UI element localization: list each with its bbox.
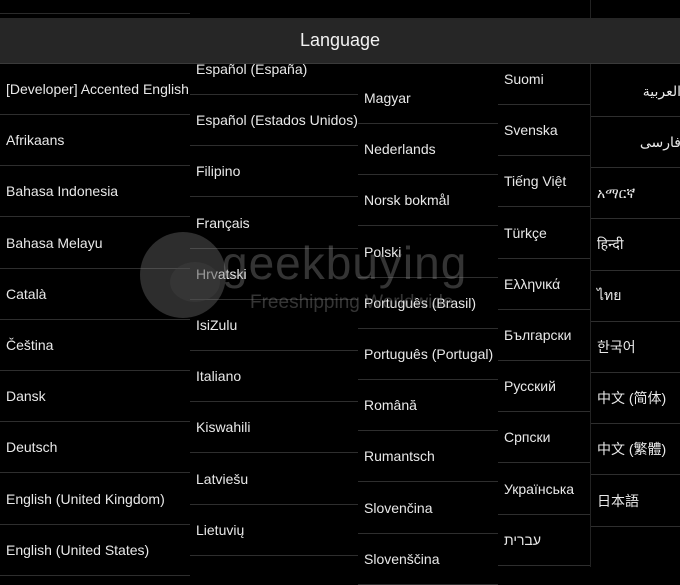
language-column-3: Magyar Nederlands Norsk bokmål Polski Portug…: [358, 0, 498, 585]
language-item[interactable]: Rumantsch: [358, 431, 498, 483]
language-item[interactable]: Ελληνικά: [498, 259, 590, 310]
language-item[interactable]: Svenska: [498, 105, 590, 157]
language-item[interactable]: Nederlands: [358, 124, 498, 176]
language-item[interactable]: አማርኛ: [591, 168, 680, 220]
language-item[interactable]: Latviešu: [190, 454, 358, 505]
language-column-2: Español (España) Español (Estados Unidos)…: [190, 0, 358, 567]
language-item[interactable]: Kiswahili: [190, 402, 358, 454]
language-item[interactable]: Polski: [358, 227, 498, 278]
language-item[interactable]: Português (Portugal): [358, 329, 498, 380]
language-item[interactable]: Српски: [498, 412, 590, 464]
language-item[interactable]: Русский: [498, 361, 590, 413]
language-item[interactable]: Filipino: [190, 146, 358, 198]
language-item[interactable]: Slovenčina: [358, 483, 498, 534]
title-bar: Language: [0, 18, 680, 64]
page-title: Language: [299, 30, 381, 50]
language-item[interactable]: Български: [498, 310, 590, 361]
language-item[interactable]: Hrvatski: [190, 249, 358, 300]
language-column-5: العربية فارسی አማርኛ हिन्दी ไทย 한국어 中文 (简体) 中文 (繁…: [590, 0, 680, 567]
language-item[interactable]: 中文 (繁體): [591, 424, 680, 476]
language-item[interactable]: 한국어: [591, 322, 680, 373]
language-item[interactable]: Türkçe: [498, 208, 590, 259]
language-item[interactable]: Українська: [498, 464, 590, 515]
language-item[interactable]: العربية: [591, 66, 680, 117]
language-item[interactable]: Deutsch: [0, 422, 190, 474]
language-item[interactable]: Italiano: [190, 351, 358, 403]
language-item[interactable]: English (United Kingdom): [0, 474, 190, 525]
language-item[interactable]: English (United States): [0, 525, 190, 576]
language-item[interactable]: Tiếng Việt: [498, 156, 590, 208]
language-item[interactable]: Dansk: [0, 371, 190, 423]
language-item[interactable]: Magyar: [358, 73, 498, 124]
language-item[interactable]: [Developer] Accented English: [0, 64, 190, 115]
language-column-4: Suomi Svenska Tiếng Việt Türkçe Ελληνικά Бълг…: [498, 0, 590, 567]
language-item[interactable]: 日本語: [591, 476, 680, 527]
language-item[interactable]: Português (Brasil): [358, 278, 498, 329]
language-item[interactable]: Afrikaans: [0, 115, 190, 167]
language-item[interactable]: IsiZulu: [190, 300, 358, 351]
language-item[interactable]: ไทย: [591, 271, 680, 322]
language-item[interactable]: 中文 (简体): [591, 373, 680, 425]
language-item[interactable]: Français: [190, 198, 358, 249]
language-item[interactable]: Slovenščina: [358, 534, 498, 585]
language-item[interactable]: Română: [358, 380, 498, 432]
language-item[interactable]: Español (Estados Unidos): [190, 95, 358, 147]
language-item[interactable]: Bahasa Indonesia: [0, 166, 190, 218]
language-item[interactable]: فارسی: [591, 117, 680, 169]
language-item[interactable]: Čeština: [0, 320, 190, 371]
language-column-1: [Developer] Accented English Afrikaans Bah…: [0, 0, 190, 576]
language-item[interactable]: हिन्दी: [591, 220, 680, 271]
language-item[interactable]: Bahasa Melayu: [0, 218, 190, 269]
language-item[interactable]: עברית: [498, 515, 590, 566]
language-item[interactable]: Lietuvių: [190, 505, 358, 556]
language-item[interactable]: Català: [0, 269, 190, 320]
language-item[interactable]: Norsk bokmål: [358, 175, 498, 227]
